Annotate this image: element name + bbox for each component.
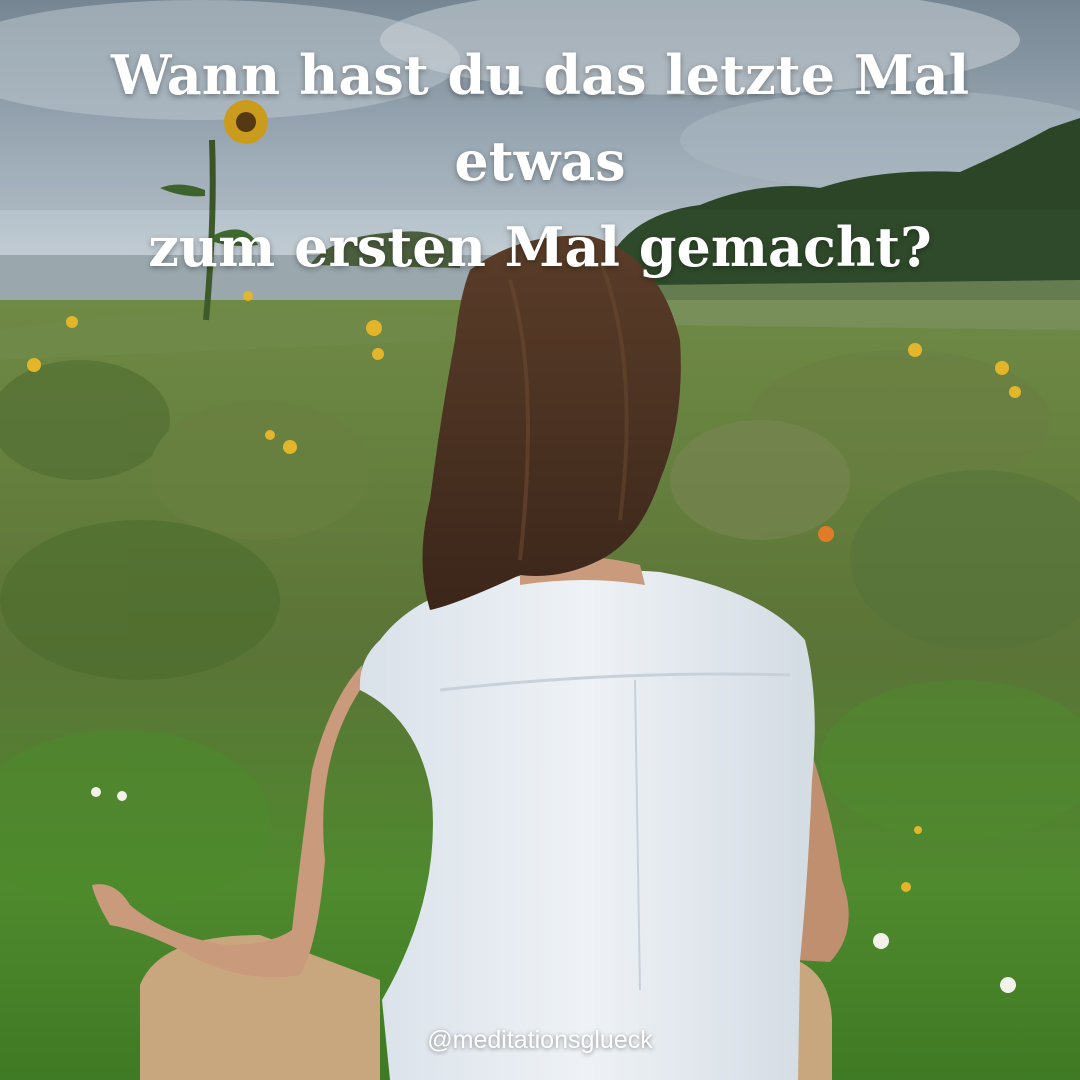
photo-scene: Wann hast du das letzte Mal etwas zum er…	[0, 0, 1080, 1080]
account-handle: @meditationsglueck	[427, 1026, 653, 1054]
headline-line-2: zum ersten Mal gemacht?	[148, 215, 932, 279]
headline: Wann hast du das letzte Mal etwas zum er…	[40, 32, 1040, 290]
headline-line-1: Wann hast du das letzte Mal etwas	[110, 43, 970, 193]
